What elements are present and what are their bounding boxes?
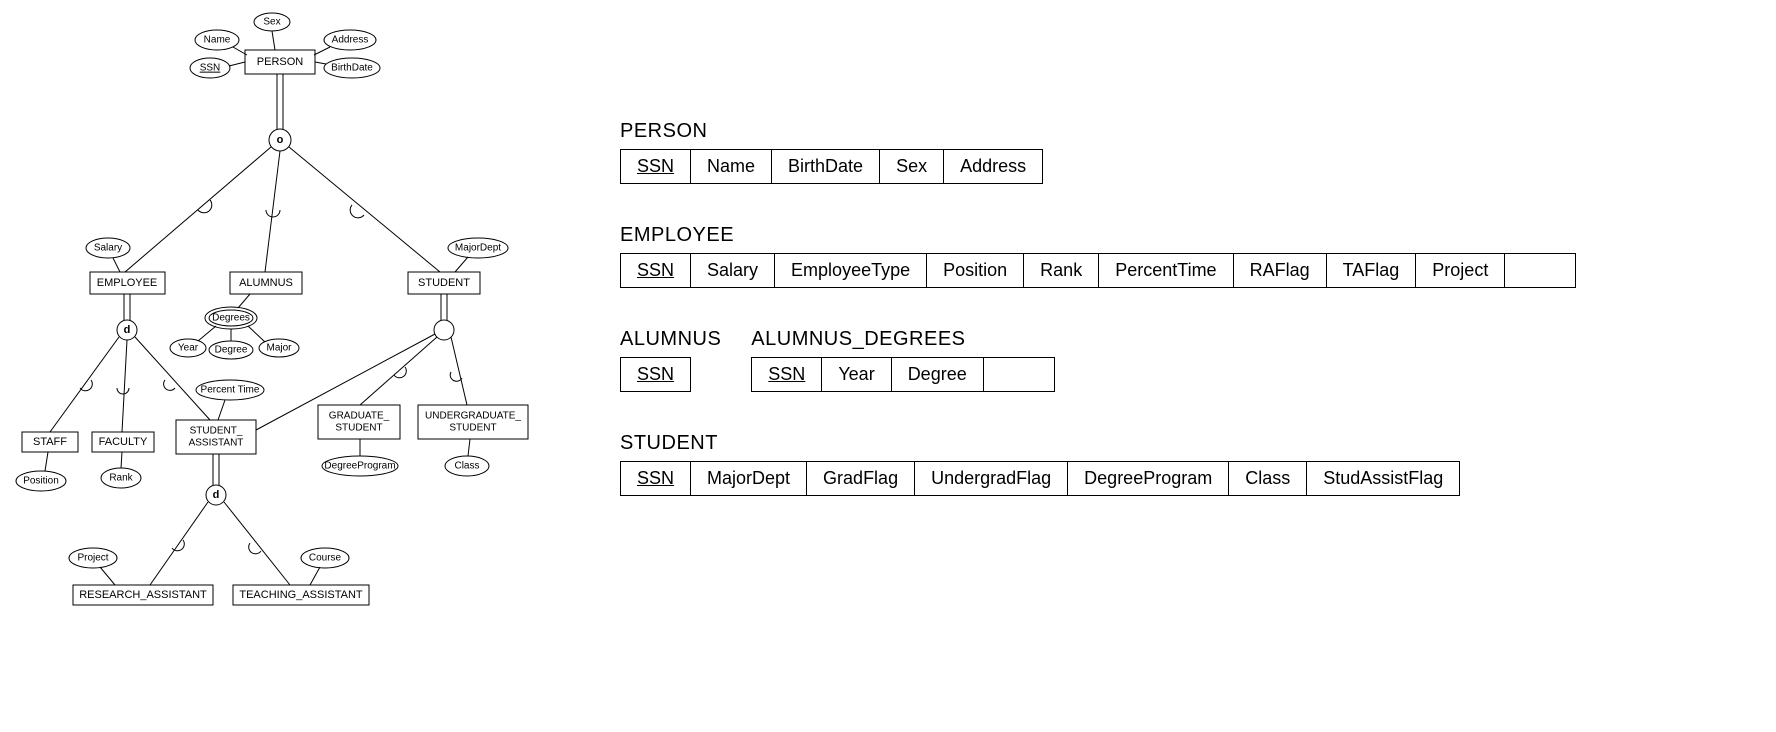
cell-emp-rank: Rank — [1024, 254, 1099, 287]
entity-employee-label: EMPLOYEE — [97, 277, 158, 289]
table-student-title: STUDENT — [620, 432, 1576, 455]
entity-ra-label: RESEARCH_ASSISTANT — [79, 589, 207, 601]
attr-degree-label: Degree — [215, 345, 248, 356]
cell-person-birthdate: BirthDate — [772, 150, 880, 183]
entity-person-label: PERSON — [257, 56, 304, 68]
attr-birthdate-label: BirthDate — [331, 63, 373, 74]
entity-student-label: STUDENT — [418, 277, 470, 289]
table-alumnus-row: SSN — [620, 357, 691, 392]
attr-sex-label: Sex — [263, 17, 280, 28]
attr-degrees-label: Degrees — [212, 313, 250, 324]
entity-alumnus-label: ALUMNUS — [239, 277, 293, 289]
cell-alum-ssn: SSN — [621, 358, 690, 391]
entity-us-label2: STUDENT — [449, 423, 496, 434]
disjoint-circle-employee-label: d — [124, 324, 131, 336]
table-alumnus-title: ALUMNUS — [620, 328, 721, 351]
cell-emp-taflag: TAFlag — [1327, 254, 1417, 287]
table-person-title: PERSON — [620, 120, 1576, 143]
overlap-circle-label: o — [277, 134, 284, 146]
cell-person-name: Name — [691, 150, 772, 183]
table-alumnus-degrees-row: SSN Year Degree — [751, 357, 1054, 392]
cell-stu-class: Class — [1229, 462, 1307, 495]
attr-course-label: Course — [309, 553, 342, 564]
attr-majordept-label: MajorDept — [455, 243, 501, 254]
cell-person-address: Address — [944, 150, 1042, 183]
cell-ad-ssn: SSN — [752, 358, 822, 391]
cell-emp-position: Position — [927, 254, 1024, 287]
cell-person-sex: Sex — [880, 150, 944, 183]
entity-gs-label1: GRADUATE_ — [329, 411, 390, 422]
entity-sa-label2: ASSISTANT — [189, 438, 244, 449]
attr-class-label: Class — [454, 461, 479, 472]
cell-ad-blank — [984, 358, 1054, 391]
entity-staff-label: STAFF — [33, 436, 67, 448]
attr-rank-label: Rank — [109, 473, 133, 484]
cell-stu-degreeprogram: DegreeProgram — [1068, 462, 1229, 495]
table-alumnus: ALUMNUS SSN — [620, 328, 721, 392]
cell-emp-blank — [1505, 254, 1575, 287]
attr-major-label: Major — [266, 343, 292, 354]
table-student-row: SSN MajorDept GradFlag UndergradFlag Deg… — [620, 461, 1460, 496]
cell-emp-percenttime: PercentTime — [1099, 254, 1233, 287]
cell-emp-ssn: SSN — [621, 254, 691, 287]
eer-diagram: PERSON Name Sex Address SSN BirthDate o … — [0, 0, 560, 732]
table-alumnus-degrees-title: ALUMNUS_DEGREES — [751, 328, 1054, 351]
cell-stu-majordept: MajorDept — [691, 462, 807, 495]
attr-name-label: Name — [204, 35, 231, 46]
entity-gs-label2: STUDENT — [335, 423, 382, 434]
attr-ssn-label: SSN — [200, 63, 221, 74]
cell-emp-salary: Salary — [691, 254, 775, 287]
entity-sa-label1: STUDENT_ — [190, 426, 243, 437]
attr-salary-label: Salary — [94, 243, 122, 254]
attr-degreeprogram-label: DegreeProgram — [324, 461, 395, 472]
cell-ad-year: Year — [822, 358, 891, 391]
table-alumnus-group: ALUMNUS SSN ALUMNUS_DEGREES SSN Year Deg… — [620, 328, 1576, 392]
table-alumnus-degrees: ALUMNUS_DEGREES SSN Year Degree — [751, 328, 1054, 392]
table-employee-title: EMPLOYEE — [620, 224, 1576, 247]
cell-person-ssn: SSN — [621, 150, 691, 183]
cell-emp-type: EmployeeType — [775, 254, 927, 287]
table-person: PERSON SSN Name BirthDate Sex Address — [620, 120, 1576, 184]
entity-faculty-label: FACULTY — [99, 436, 148, 448]
attr-percent-time-label: Percent Time — [201, 385, 260, 396]
attr-project-label: Project — [77, 553, 108, 564]
cell-stu-gradflag: GradFlag — [807, 462, 915, 495]
entity-us-label1: UNDERGRADUATE_ — [425, 411, 521, 422]
disjoint-circle-sa-label: d — [213, 489, 220, 501]
table-employee-row: SSN Salary EmployeeType Position Rank Pe… — [620, 253, 1576, 288]
attr-position-label: Position — [23, 476, 59, 487]
relational-schema: PERSON SSN Name BirthDate Sex Address EM… — [620, 120, 1576, 536]
cell-stu-undergradflag: UndergradFlag — [915, 462, 1068, 495]
cell-stu-studassistflag: StudAssistFlag — [1307, 462, 1459, 495]
attr-year-label: Year — [178, 343, 199, 354]
table-employee: EMPLOYEE SSN Salary EmployeeType Positio… — [620, 224, 1576, 288]
entity-ta-label: TEACHING_ASSISTANT — [239, 589, 363, 601]
cell-emp-project: Project — [1416, 254, 1505, 287]
table-person-row: SSN Name BirthDate Sex Address — [620, 149, 1043, 184]
attr-address-label: Address — [332, 35, 369, 46]
table-student: STUDENT SSN MajorDept GradFlag Undergrad… — [620, 432, 1576, 496]
cell-emp-raflag: RAFlag — [1234, 254, 1327, 287]
cell-stu-ssn: SSN — [621, 462, 691, 495]
cell-ad-degree: Degree — [892, 358, 984, 391]
